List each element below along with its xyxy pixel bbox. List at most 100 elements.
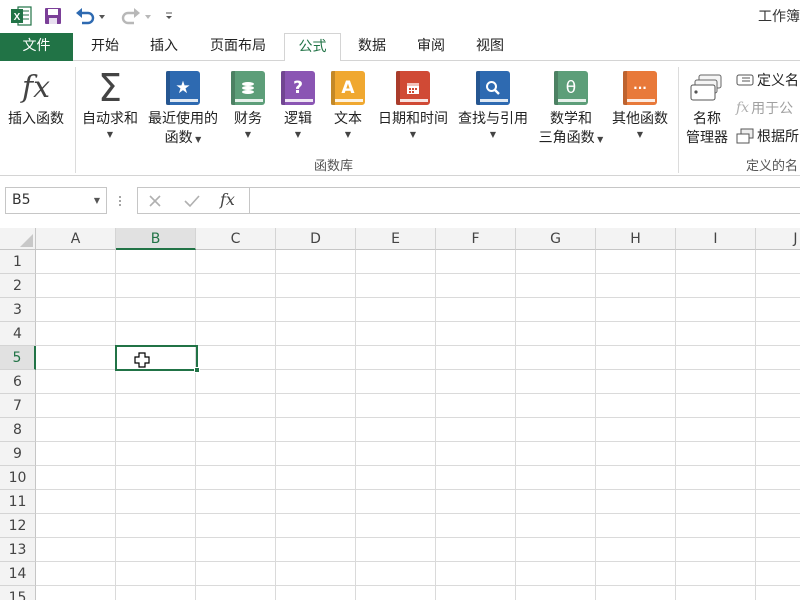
cell-j3[interactable] xyxy=(756,298,800,322)
cell-h7[interactable] xyxy=(596,394,676,418)
cell-a14[interactable] xyxy=(36,562,116,586)
math-trig-button[interactable]: θ 数学和 三角函数 ▼ xyxy=(533,61,609,161)
cell-j11[interactable] xyxy=(756,490,800,514)
cell-e7[interactable] xyxy=(356,394,436,418)
cell-e12[interactable] xyxy=(356,514,436,538)
cell-i13[interactable] xyxy=(676,538,756,562)
text-functions-button[interactable]: A 文本 ▼ xyxy=(328,61,368,161)
save-icon[interactable] xyxy=(42,5,64,27)
cell-d12[interactable] xyxy=(276,514,356,538)
column-header-e[interactable]: E xyxy=(356,228,436,250)
cell-h6[interactable] xyxy=(596,370,676,394)
cell-h3[interactable] xyxy=(596,298,676,322)
row-header-9[interactable]: 9 xyxy=(0,442,36,466)
cell-i15[interactable] xyxy=(676,586,756,600)
logical-button[interactable]: ? 逻辑 ▼ xyxy=(278,61,318,161)
tab-home[interactable]: 开始 xyxy=(80,33,130,61)
cell-d15[interactable] xyxy=(276,586,356,600)
cell-b13[interactable] xyxy=(116,538,196,562)
enter-check-icon[interactable] xyxy=(183,193,201,213)
cell-j13[interactable] xyxy=(756,538,800,562)
insert-function-fx-icon[interactable]: fx xyxy=(220,190,235,209)
cell-c2[interactable] xyxy=(196,274,276,298)
cell-d6[interactable] xyxy=(276,370,356,394)
cell-c7[interactable] xyxy=(196,394,276,418)
cell-e2[interactable] xyxy=(356,274,436,298)
cell-a2[interactable] xyxy=(36,274,116,298)
cell-g3[interactable] xyxy=(516,298,596,322)
row-header-3[interactable]: 3 xyxy=(0,298,36,322)
cell-g11[interactable] xyxy=(516,490,596,514)
cell-f12[interactable] xyxy=(436,514,516,538)
cell-i2[interactable] xyxy=(676,274,756,298)
cell-b6[interactable] xyxy=(116,370,196,394)
cell-j1[interactable] xyxy=(756,250,800,274)
cell-h13[interactable] xyxy=(596,538,676,562)
customize-qat-icon[interactable] xyxy=(162,5,176,27)
cell-a10[interactable] xyxy=(36,466,116,490)
column-header-j[interactable]: J xyxy=(756,228,800,250)
cell-a5[interactable] xyxy=(36,346,116,370)
cell-g6[interactable] xyxy=(516,370,596,394)
cell-f9[interactable] xyxy=(436,442,516,466)
tab-formulas[interactable]: 公式 xyxy=(284,33,341,62)
cell-f13[interactable] xyxy=(436,538,516,562)
row-header-5[interactable]: 5 xyxy=(0,346,36,370)
select-all-corner[interactable] xyxy=(0,228,36,250)
column-header-h[interactable]: H xyxy=(596,228,676,250)
cell-j2[interactable] xyxy=(756,274,800,298)
cell-e3[interactable] xyxy=(356,298,436,322)
cell-a6[interactable] xyxy=(36,370,116,394)
cell-i5[interactable] xyxy=(676,346,756,370)
cell-a8[interactable] xyxy=(36,418,116,442)
cell-g5[interactable] xyxy=(516,346,596,370)
cell-d8[interactable] xyxy=(276,418,356,442)
cell-g7[interactable] xyxy=(516,394,596,418)
cell-g8[interactable] xyxy=(516,418,596,442)
cell-b9[interactable] xyxy=(116,442,196,466)
cell-c9[interactable] xyxy=(196,442,276,466)
cell-h1[interactable] xyxy=(596,250,676,274)
cell-b12[interactable] xyxy=(116,514,196,538)
cell-d5[interactable] xyxy=(276,346,356,370)
cell-h15[interactable] xyxy=(596,586,676,600)
cell-i14[interactable] xyxy=(676,562,756,586)
tab-data[interactable]: 数据 xyxy=(347,33,397,61)
cell-f11[interactable] xyxy=(436,490,516,514)
cell-f3[interactable] xyxy=(436,298,516,322)
cell-a4[interactable] xyxy=(36,322,116,346)
cell-b1[interactable] xyxy=(116,250,196,274)
cell-d9[interactable] xyxy=(276,442,356,466)
cell-e13[interactable] xyxy=(356,538,436,562)
cell-e10[interactable] xyxy=(356,466,436,490)
cell-j12[interactable] xyxy=(756,514,800,538)
cell-g12[interactable] xyxy=(516,514,596,538)
cell-a12[interactable] xyxy=(36,514,116,538)
cell-i3[interactable] xyxy=(676,298,756,322)
cell-a11[interactable] xyxy=(36,490,116,514)
cell-c14[interactable] xyxy=(196,562,276,586)
cell-a7[interactable] xyxy=(36,394,116,418)
cell-h9[interactable] xyxy=(596,442,676,466)
column-header-f[interactable]: F xyxy=(436,228,516,250)
cell-g15[interactable] xyxy=(516,586,596,600)
more-functions-button[interactable]: ··· 其他函数 ▼ xyxy=(608,61,672,161)
excel-logo-icon[interactable]: X xyxy=(8,5,34,27)
formula-bar-resize-handle[interactable] xyxy=(118,194,122,208)
column-header-i[interactable]: I xyxy=(676,228,756,250)
column-header-c[interactable]: C xyxy=(196,228,276,250)
row-header-2[interactable]: 2 xyxy=(0,274,36,298)
cell-e6[interactable] xyxy=(356,370,436,394)
cell-c1[interactable] xyxy=(196,250,276,274)
cell-d1[interactable] xyxy=(276,250,356,274)
redo-icon[interactable] xyxy=(118,5,154,27)
cell-b2[interactable] xyxy=(116,274,196,298)
cell-f10[interactable] xyxy=(436,466,516,490)
row-header-15[interactable]: 15 xyxy=(0,586,36,600)
cell-a13[interactable] xyxy=(36,538,116,562)
cell-b3[interactable] xyxy=(116,298,196,322)
financial-button[interactable]: 财务 ▼ xyxy=(228,61,268,161)
cell-c10[interactable] xyxy=(196,466,276,490)
column-header-g[interactable]: G xyxy=(516,228,596,250)
cell-c13[interactable] xyxy=(196,538,276,562)
